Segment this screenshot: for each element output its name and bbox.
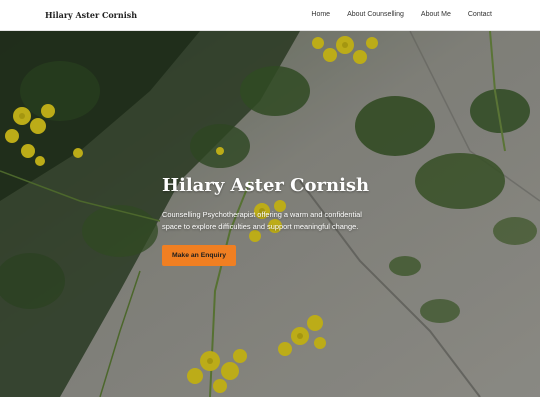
main-navigation: Home About Counselling About Me Contact bbox=[311, 11, 492, 18]
site-header: Hilary Aster Cornish Home About Counsell… bbox=[0, 0, 540, 31]
nav-item-home[interactable]: Home bbox=[311, 11, 330, 18]
nav-item-about-counselling[interactable]: About Counselling bbox=[347, 11, 404, 18]
hero-description: Counselling Psychotherapist offering a w… bbox=[162, 210, 362, 231]
page-bottom-strip bbox=[0, 397, 540, 405]
site-title-link[interactable]: Hilary Aster Cornish bbox=[45, 10, 137, 20]
hero-title: Hilary Aster Cornish bbox=[162, 175, 370, 196]
nav-item-about-me[interactable]: About Me bbox=[421, 11, 451, 18]
hero-section: Hilary Aster Cornish Counselling Psychot… bbox=[0, 31, 540, 397]
nav-item-contact[interactable]: Contact bbox=[468, 11, 492, 18]
make-enquiry-button[interactable]: Make an Enquiry bbox=[162, 245, 236, 266]
